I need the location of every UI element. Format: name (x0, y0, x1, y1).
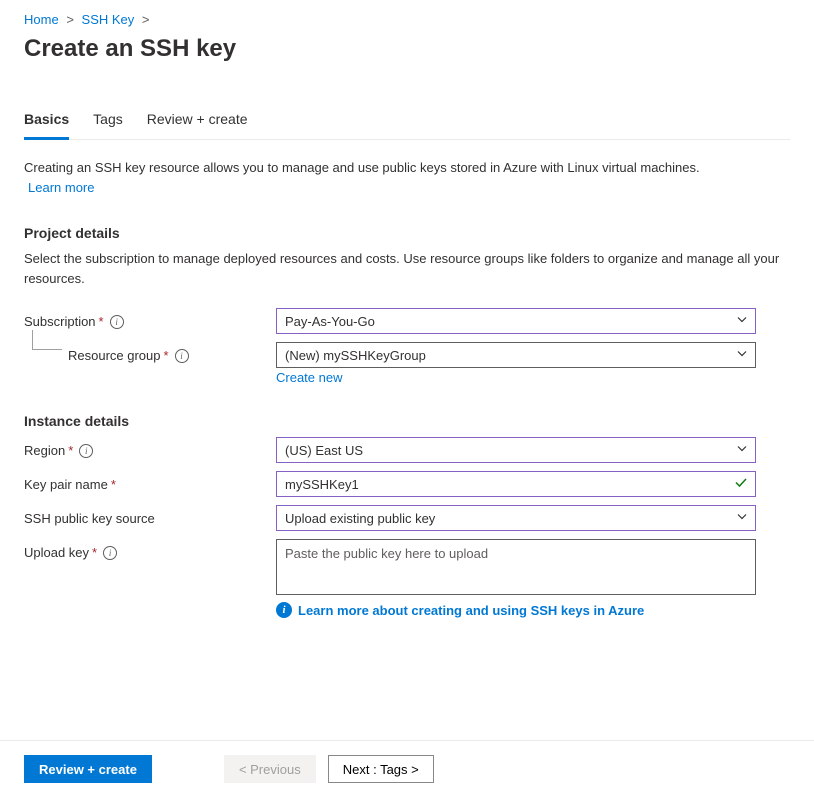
next-button[interactable]: Next : Tags > (328, 755, 434, 783)
intro-text: Creating an SSH key resource allows you … (24, 158, 790, 197)
section-project-desc: Select the subscription to manage deploy… (24, 249, 790, 288)
source-label: SSH public key source (24, 511, 155, 526)
checkmark-icon (734, 476, 748, 493)
info-icon: i (276, 602, 292, 618)
breadcrumb-link-home[interactable]: Home (24, 12, 59, 27)
info-icon[interactable]: i (110, 315, 124, 329)
review-create-button[interactable]: Review + create (24, 755, 152, 783)
resource-group-select[interactable]: (New) mySSHKeyGroup (276, 342, 756, 368)
required-indicator: * (99, 314, 104, 329)
upload-key-textarea[interactable] (276, 539, 756, 595)
region-label: Region (24, 443, 65, 458)
tabs: Basics Tags Review + create (24, 111, 790, 140)
chevron-right-icon: > (66, 12, 74, 27)
tab-tags[interactable]: Tags (93, 111, 123, 139)
footer-actions: Review + create < Previous Next : Tags > (0, 740, 814, 797)
required-indicator: * (92, 545, 97, 560)
breadcrumb-link-sshkey[interactable]: SSH Key (82, 12, 135, 27)
region-select[interactable]: (US) East US (276, 437, 756, 463)
page-title: Create an SSH key (24, 35, 790, 63)
info-icon[interactable]: i (103, 546, 117, 560)
create-new-link[interactable]: Create new (276, 370, 342, 385)
section-instance-title: Instance details (24, 413, 790, 429)
keypair-name-input[interactable]: mySSHKey1 (276, 471, 756, 497)
info-icon[interactable]: i (79, 444, 93, 458)
tab-basics[interactable]: Basics (24, 111, 69, 140)
subscription-select[interactable]: Pay-As-You-Go (276, 308, 756, 334)
source-select[interactable]: Upload existing public key (276, 505, 756, 531)
required-indicator: * (164, 348, 169, 363)
tab-review[interactable]: Review + create (147, 111, 248, 139)
section-project-title: Project details (24, 225, 790, 241)
subscription-label: Subscription (24, 314, 96, 329)
upload-key-label: Upload key (24, 545, 89, 560)
required-indicator: * (68, 443, 73, 458)
previous-button: < Previous (224, 755, 316, 783)
ssh-keys-learn-link[interactable]: Learn more about creating and using SSH … (298, 603, 644, 618)
required-indicator: * (111, 477, 116, 492)
keypair-name-label: Key pair name (24, 477, 108, 492)
chevron-right-icon: > (142, 12, 150, 27)
info-icon[interactable]: i (175, 349, 189, 363)
breadcrumb: Home > SSH Key > (24, 12, 790, 27)
resource-group-label: Resource group (68, 348, 161, 363)
learn-more-link[interactable]: Learn more (28, 180, 94, 195)
indent-line (32, 330, 62, 350)
